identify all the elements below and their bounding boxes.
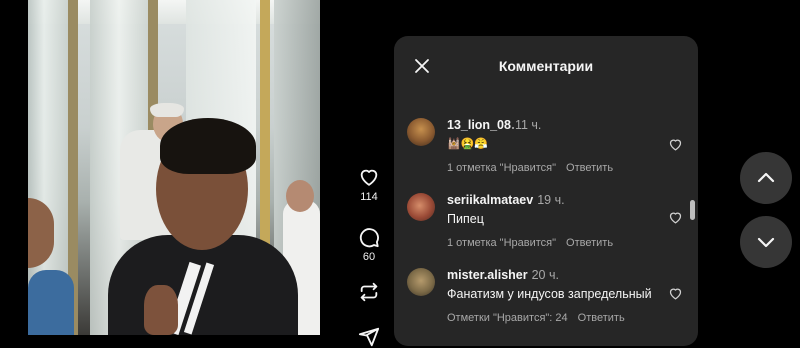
comments-scrollbar[interactable]: [690, 200, 695, 220]
comments-panel: Комментарии 13_lion_08 11 ч. 🕍🤮😤 1 отметк…: [394, 36, 698, 346]
video-person-hair: [150, 103, 184, 117]
avatar[interactable]: [407, 268, 435, 296]
video-person-blue: [28, 270, 74, 335]
comment-likes-link[interactable]: 1 отметка "Нравится": [447, 237, 556, 249]
video-player[interactable]: [28, 0, 320, 335]
comment-body: seriikalmataev 19 ч. Пипец 1 отметка "Нра…: [447, 193, 667, 249]
send-icon[interactable]: [358, 326, 380, 348]
comment-time: 19 ч.: [537, 193, 565, 207]
like-count: 114: [360, 191, 378, 203]
chevron-up-icon: [757, 172, 775, 183]
comment-count: 60: [362, 251, 376, 263]
reply-button[interactable]: Ответить: [578, 312, 625, 324]
comment-likes-link[interactable]: 1 отметка "Нравится": [447, 162, 556, 174]
video-person-hand: [144, 285, 178, 335]
previous-video-button[interactable]: [740, 152, 792, 204]
avatar[interactable]: [407, 193, 435, 221]
reply-button[interactable]: Ответить: [566, 237, 613, 249]
video-person-foreground-hair: [160, 118, 256, 174]
repost-icon[interactable]: [358, 281, 380, 303]
comment-text: 🕍🤮😤: [447, 138, 489, 150]
video-person-head: [286, 180, 314, 212]
comment-username[interactable]: mister.alisher: [447, 268, 528, 282]
comment-header: 13_lion_08 11 ч.: [447, 118, 667, 133]
comment-text: Фанатизм у индусов запредельный: [447, 287, 652, 301]
comment-time: 20 ч.: [531, 268, 559, 282]
comment-header: seriikalmataev 19 ч.: [447, 193, 667, 208]
comment-username[interactable]: 13_lion_08: [447, 118, 511, 132]
heart-icon[interactable]: [668, 286, 683, 301]
comment-meta: Отметки "Нравится": 24 Ответить: [447, 312, 667, 324]
comment-meta: 1 отметка "Нравится" Ответить: [447, 162, 667, 174]
heart-icon[interactable]: [668, 137, 683, 152]
comment-likes-link[interactable]: Отметки "Нравится": 24: [447, 312, 568, 324]
comment-time: 11 ч.: [514, 118, 542, 132]
action-bar: 114 60: [352, 0, 386, 347]
heart-icon[interactable]: [668, 210, 683, 225]
like-action[interactable]: 114: [352, 166, 386, 203]
panel-title: Комментарии: [498, 58, 594, 74]
chevron-down-icon: [757, 237, 775, 248]
heart-icon[interactable]: [358, 166, 380, 188]
avatar[interactable]: [407, 118, 435, 146]
share-action[interactable]: [352, 326, 386, 348]
comment-action[interactable]: 60: [352, 226, 386, 263]
comment-body: mister.alisher 20 ч. Фанатизм у индусов з…: [447, 268, 667, 324]
repost-action[interactable]: [352, 281, 386, 303]
reply-button[interactable]: Ответить: [566, 162, 613, 174]
comment-body: 13_lion_08 11 ч. 🕍🤮😤 1 отметка "Нравится"…: [447, 118, 667, 174]
panel-header: Комментарии: [394, 36, 698, 96]
comment-username[interactable]: seriikalmataev: [447, 193, 533, 207]
comment-text: Пипец: [447, 212, 484, 226]
comment-icon[interactable]: [358, 226, 380, 248]
comment-header: mister.alisher 20 ч.: [447, 268, 667, 283]
next-video-button[interactable]: [740, 216, 792, 268]
comment-meta: 1 отметка "Нравится" Ответить: [447, 237, 667, 249]
